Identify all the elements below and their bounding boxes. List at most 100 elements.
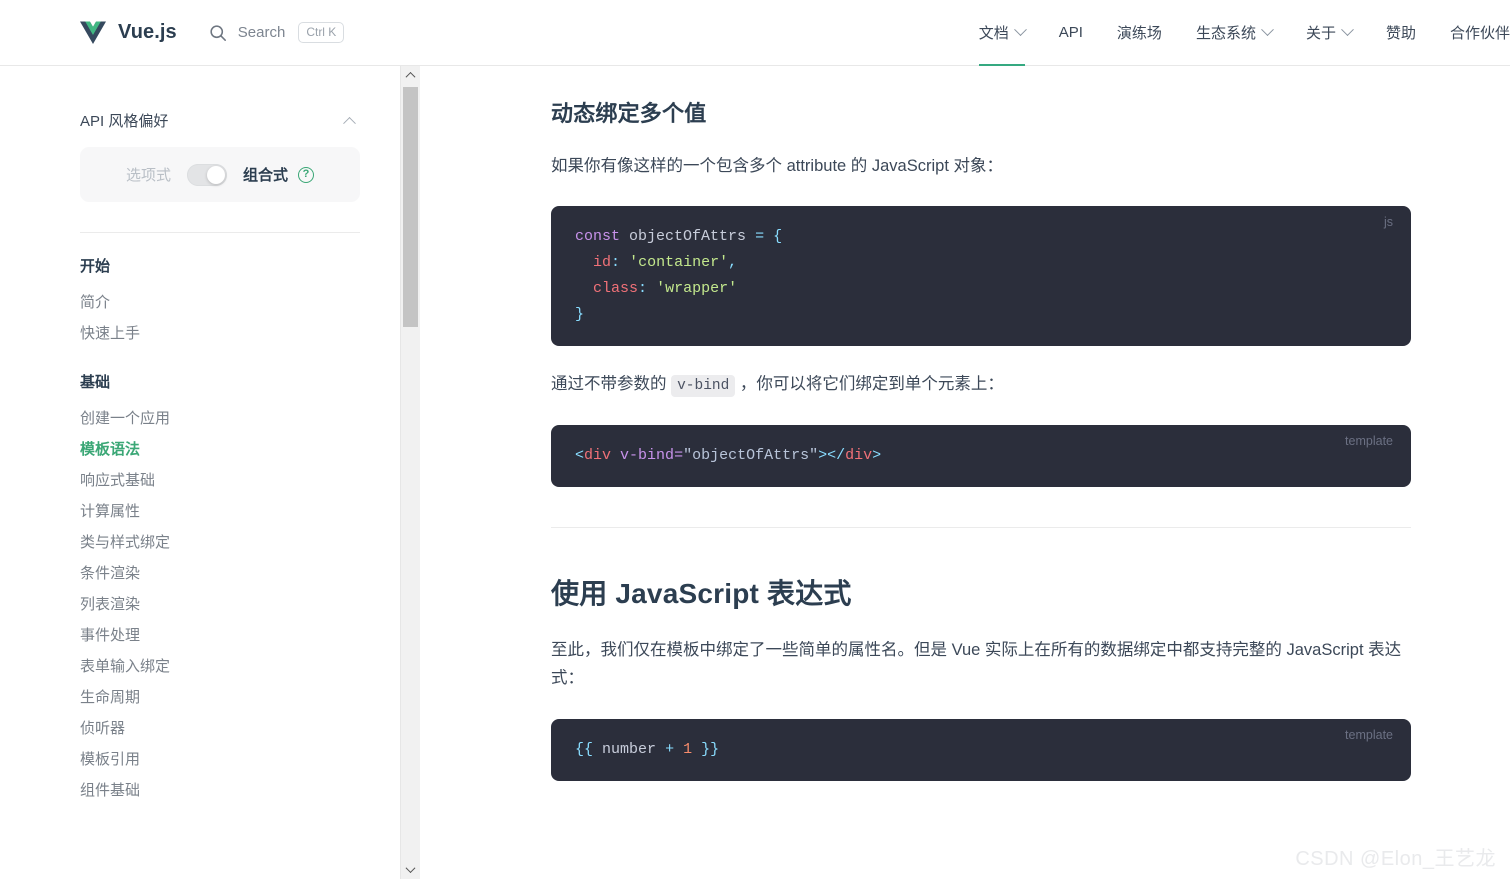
code-token-key-class: class (593, 280, 639, 298)
paragraph-object-intro: 如果你有像这样的一个包含多个 attribute 的 JavaScript 对象… (551, 157, 1003, 175)
code-content: const objectOfAttrs = { id: 'container',… (575, 224, 1387, 328)
api-preference-title: API 风格偏好 (80, 113, 169, 130)
sidebar-item-component-basics[interactable]: 组件基础 (80, 775, 370, 806)
brand-home-link[interactable]: Vue.js (80, 21, 177, 45)
sidebar-group-title: 开始 (80, 258, 111, 275)
sidebar-item-template-syntax[interactable]: 模板语法 (80, 434, 370, 465)
question-mark-icon[interactable]: ? (298, 166, 315, 183)
section-heading-dynamic-binding: 动态绑定多个值 (551, 101, 707, 126)
scrollbar-thumb[interactable] (403, 87, 418, 327)
nav-item-playground[interactable]: 演练场 (1117, 0, 1162, 66)
code-token-number-one: 1 (683, 740, 693, 758)
paragraph-vbind-prefix: 通过不带参数的 (551, 375, 667, 394)
code-token-close-gt: > (872, 447, 882, 465)
code-block-js[interactable]: js const objectOfAttrs = { id: 'containe… (551, 206, 1411, 347)
top-header: Vue.js Search Ctrl K 文档 API 演练场 生态系统 关于 … (0, 0, 1510, 66)
code-token-gt: > (818, 447, 828, 465)
sidebar-item-intro[interactable]: 简介 (80, 287, 370, 318)
sidebar-scrollbar[interactable] (400, 66, 420, 879)
sidebar-item-template-refs[interactable]: 模板引用 (80, 744, 370, 775)
sidebar-item-list[interactable]: 列表渲染 (80, 589, 370, 620)
sidebar-item-quickstart[interactable]: 快速上手 (80, 318, 370, 349)
nav-label: 合作伙伴 (1449, 25, 1510, 42)
api-preference-toggle-header[interactable]: API 风格偏好 (80, 110, 360, 131)
search-shortcut-badge: Ctrl K (298, 22, 345, 43)
code-token-const: const (575, 228, 621, 246)
code-token-lt: < (575, 447, 585, 465)
code-token-open-brace: { (773, 228, 783, 246)
vue-logo-icon (80, 21, 106, 44)
nav-item-partners[interactable]: 合作伙伴 (1450, 0, 1510, 66)
code-token-open-mustache: {{ (575, 740, 594, 758)
toggle-knob (207, 165, 225, 184)
code-content: <div v-bind="objectOfAttrs"></div> (575, 443, 1387, 469)
code-token-colon: : (611, 254, 621, 272)
sidebar-item-create-app[interactable]: 创建一个应用 (80, 403, 370, 434)
code-token-colon: : (638, 280, 648, 298)
sidebar-item-lifecycle[interactable]: 生命周期 (80, 682, 370, 713)
nav-item-docs[interactable]: 文档 (978, 0, 1027, 66)
sidebar-group-title: 基础 (80, 374, 111, 391)
code-token-equals: = (755, 228, 765, 246)
code-content: {{ number + 1 }} (575, 737, 1387, 763)
sidebar-item-event-handling[interactable]: 事件处理 (80, 620, 370, 651)
sidebar-item-reactivity-fundamentals[interactable]: 响应式基础 (80, 465, 370, 496)
composition-api-label: 组合式 (243, 167, 289, 184)
nav-item-about[interactable]: 关于 (1305, 0, 1354, 66)
nav-label: 文档 (978, 25, 1009, 42)
inline-code-vbind: v-bind (671, 375, 736, 398)
sidebar-item-conditional[interactable]: 条件渲染 (80, 558, 370, 589)
paragraph-vbind: 通过不带参数的 v-bind ，你可以将它们绑定到单个元素上： (551, 370, 1413, 399)
paragraph-vbind-suffix: ，你可以将它们绑定到单个元素上： (739, 375, 1004, 394)
code-language-label: template (1345, 727, 1393, 742)
sidebar-item-computed[interactable]: 计算属性 (80, 496, 370, 527)
search-button[interactable]: Search Ctrl K (209, 22, 345, 43)
code-token-close-brace: } (575, 306, 585, 324)
sidebar-item-watchers[interactable]: 侦听器 (80, 713, 370, 744)
nav-label: 赞助 (1385, 25, 1416, 42)
code-token-varname: objectOfAttrs (629, 228, 747, 246)
brand-name: Vue.js (118, 21, 177, 43)
chevron-up-icon (405, 71, 416, 82)
docs-sidebar: API 风格偏好 选项式 组合式 ? 开始 简介 快速上手 基础 创建一个应用 … (0, 66, 400, 879)
code-language-label: template (1345, 434, 1393, 449)
chevron-down-icon (405, 863, 416, 874)
scroll-up-button[interactable] (401, 66, 420, 85)
api-style-toggle[interactable] (187, 163, 227, 186)
chevron-down-icon (1341, 23, 1354, 37)
code-token-string-wrapper: 'wrapper' (656, 280, 738, 298)
code-token-string-container: 'container' (629, 254, 729, 272)
nav-label: 演练场 (1116, 25, 1162, 42)
code-token-comma: , (728, 254, 738, 272)
code-token-key-id: id (593, 254, 612, 272)
sidebar-item-forms[interactable]: 表单输入绑定 (80, 651, 370, 682)
section-divider (551, 527, 1411, 528)
api-preference-section: API 风格偏好 选项式 组合式 ? (80, 110, 360, 202)
code-token-close-mustache: }} (701, 740, 720, 758)
nav-item-sponsor[interactable]: 赞助 (1386, 0, 1416, 66)
chevron-up-icon (343, 116, 356, 130)
code-token-tag-div: div (584, 447, 612, 465)
chevron-down-icon (1013, 23, 1027, 37)
sidebar-group-getting-started: 开始 简介 快速上手 (80, 255, 370, 349)
search-label: Search (237, 24, 286, 41)
paragraph-js-expressions: 至此，我们仅在模板中绑定了一些简单的属性名。但是 Vue 实际上在所有的数据绑定… (551, 641, 1402, 688)
nav-item-api[interactable]: API (1059, 0, 1083, 66)
sidebar-group-essentials: 基础 创建一个应用 模板语法 响应式基础 计算属性 类与样式绑定 条件渲染 列表… (80, 371, 370, 806)
nav-label: 关于 (1305, 25, 1336, 42)
chevron-down-icon (1261, 23, 1274, 37)
scroll-down-button[interactable] (401, 860, 420, 879)
code-token-close-lt: </ (827, 447, 846, 465)
nav-item-ecosystem[interactable]: 生态系统 (1195, 0, 1274, 66)
code-language-label: js (1383, 215, 1393, 230)
code-token-identifier-number: number (602, 740, 657, 758)
code-token-attr-vbind: v-bind (620, 447, 675, 465)
code-token-eq: = (674, 447, 684, 465)
main-nav: 文档 API 演练场 生态系统 关于 赞助 合作伙伴 (978, 0, 1510, 66)
nav-label: 生态系统 (1195, 25, 1256, 42)
sidebar-item-class-and-style[interactable]: 类与样式绑定 (80, 527, 370, 558)
code-token-close-tag-div: div (845, 447, 873, 465)
code-block-template-interpolation[interactable]: template {{ number + 1 }} (551, 718, 1411, 781)
code-token-attr-value: "objectOfAttrs" (683, 447, 819, 465)
code-block-template-vbind[interactable]: template <div v-bind="objectOfAttrs"></d… (551, 425, 1411, 487)
